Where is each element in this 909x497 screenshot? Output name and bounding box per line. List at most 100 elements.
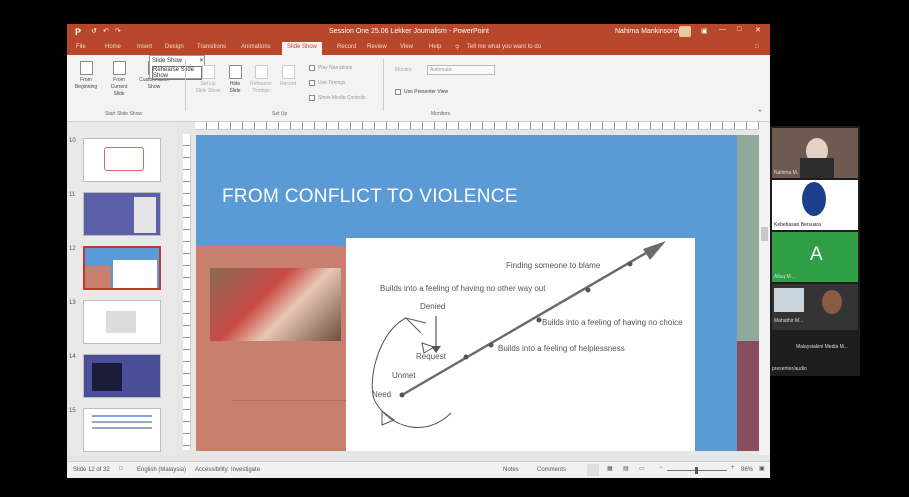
dropdown-close-icon[interactable]: ✕ — [199, 57, 204, 64]
participant-name: Kebebasan Bersuara — [774, 222, 821, 228]
use-timings-label: Use Timings — [318, 80, 346, 86]
record-label: Record — [279, 81, 297, 87]
reading-view-icon[interactable]: ▤ — [623, 465, 629, 472]
presenter-view-checkbox[interactable] — [395, 89, 401, 95]
hide-slide-button[interactable]: Hide Slide — [225, 65, 245, 95]
conflict-diagram[interactable]: Finding someone to blame Builds into a f… — [346, 238, 695, 451]
slideshow-view-icon[interactable]: ▭ — [639, 465, 645, 472]
tab-home[interactable]: Home — [105, 44, 121, 50]
participant-name: Nahima M. — [774, 170, 799, 176]
participant-video[interactable]: Nahima M. — [772, 128, 858, 178]
participant-video[interactable]: Malaysiakini Media M... — [772, 332, 858, 354]
tab-help[interactable]: Help — [429, 44, 441, 50]
divider — [185, 59, 186, 111]
slide-thumbnail[interactable] — [83, 300, 161, 344]
from-beginning-label: From Beginning — [74, 77, 98, 90]
thumb-number: 10 — [69, 138, 76, 144]
autosave-icon[interactable]: ↺ — [91, 27, 97, 35]
comments-icon[interactable]: □ — [755, 44, 759, 50]
group-start-label: Start Slide Show — [105, 111, 142, 117]
lightbulb-icon: ⚲ — [455, 45, 460, 51]
diagram-point — [463, 354, 469, 360]
label-no-choice: Builds into a feeling of having no choic… — [542, 318, 683, 327]
label-blame: Finding someone to blame — [506, 261, 601, 270]
zoom-in-icon[interactable]: + — [731, 465, 735, 471]
spellcheck-icon[interactable]: □ — [119, 466, 123, 472]
ribbon-display-icon[interactable]: ▣ — [701, 27, 708, 35]
app-logo-icon: P — [75, 27, 82, 37]
participant-video[interactable]: Kebebasan Bersuara — [772, 180, 858, 230]
slide-accent-band — [737, 135, 759, 341]
record-button[interactable]: Record — [277, 65, 299, 88]
slide-thumbnail[interactable] — [83, 138, 161, 182]
thumb-number: 11 — [69, 192, 76, 198]
tab-slide-show[interactable]: Slide Show — [282, 42, 323, 55]
comments-button[interactable]: Comments — [537, 467, 566, 473]
slide-thumbnail[interactable] — [83, 408, 161, 452]
collapse-ribbon-icon[interactable]: ⌃ — [757, 109, 763, 117]
slide-thumbnail-pane: 10 11 12 13 14 15 — [67, 122, 177, 455]
ribbon: From Beginning From Current Slide Custom… — [67, 55, 770, 122]
participant-video[interactable]: Mahathir M... — [772, 284, 858, 330]
notes-button[interactable]: Notes — [503, 467, 519, 473]
slide-photo[interactable] — [210, 268, 341, 341]
minimize-icon[interactable]: — — [719, 26, 726, 33]
accessibility-status[interactable]: Accessibility: Investigate — [195, 467, 260, 473]
tab-transitions[interactable]: Transitions — [197, 44, 226, 50]
slide-thumbnail-selected[interactable] — [83, 246, 161, 290]
group-setup-label: Set Up — [272, 111, 288, 117]
zoom-level[interactable]: 86% — [741, 467, 753, 473]
fit-slide-icon[interactable]: ▣ — [759, 465, 765, 472]
participant-name: Mahathir M... — [774, 318, 804, 324]
participant-name: Alluq M... — [774, 274, 795, 280]
status-bar: Slide 12 of 32 □ English (Malaysia) Acce… — [67, 461, 770, 478]
tab-view[interactable]: View — [400, 44, 413, 50]
label-request: Request — [416, 352, 446, 361]
tab-review[interactable]: Review — [367, 44, 387, 50]
label-need: Need — [372, 390, 392, 399]
language-status[interactable]: English (Malaysia) — [137, 467, 186, 473]
from-current-button[interactable]: From Current Slide — [105, 61, 133, 98]
slide-thumbnail[interactable] — [83, 192, 161, 236]
vertical-scrollbar[interactable] — [759, 122, 770, 455]
zoom-out-icon[interactable]: − — [659, 465, 663, 471]
rehearse-label: Rehearse Timings — [250, 81, 272, 94]
user-avatar[interactable] — [679, 26, 691, 37]
undo-icon[interactable]: ↶ — [103, 27, 109, 35]
from-current-label: From Current Slide — [110, 77, 128, 97]
use-timings-checkbox[interactable] — [309, 80, 315, 86]
tab-design[interactable]: Design — [165, 44, 184, 50]
dropdown-slide-show[interactable]: Slide Show — [152, 58, 202, 64]
thumb-number: 13 — [69, 300, 76, 306]
from-beginning-button[interactable]: From Beginning — [73, 61, 99, 91]
maximize-icon[interactable]: □ — [737, 26, 741, 33]
tab-record[interactable]: Record — [337, 44, 356, 50]
tab-animations[interactable]: Animations — [241, 44, 271, 50]
diagram-point — [627, 261, 633, 267]
title-bar: P ↺ ↶ ↷ Session One 25.06 Lekker Joumali… — [67, 24, 770, 41]
slide-thumbnail[interactable] — [83, 354, 161, 398]
redo-icon[interactable]: ↷ — [115, 27, 121, 35]
video-gallery: Nahima M. Kebebasan Bersuara A Alluq M..… — [770, 126, 860, 376]
normal-view-icon[interactable] — [587, 464, 599, 476]
media-controls-checkbox[interactable] — [309, 95, 315, 101]
play-narrations-checkbox[interactable] — [309, 65, 315, 71]
slide-title[interactable]: FROM CONFLICT TO VIOLENCE — [222, 186, 518, 208]
setup-slideshow-button[interactable]: Set Up Slide Show — [195, 65, 221, 95]
tab-file[interactable]: File — [76, 44, 86, 50]
tell-me-search[interactable]: Tell me what you want to do — [467, 44, 541, 50]
rehearse-timings-button[interactable]: Rehearse Timings — [249, 65, 273, 95]
tab-insert[interactable]: Insert — [137, 44, 152, 50]
slide-canvas[interactable]: FROM CONFLICT TO VIOLENCE Finding someon… — [196, 135, 759, 451]
scroll-thumb[interactable] — [761, 227, 768, 241]
label-helplessness: Builds into a feeling of helplessness — [498, 344, 625, 353]
gallery-footer: presenter/audio — [772, 366, 807, 372]
close-icon[interactable]: ✕ — [755, 26, 761, 34]
diagram-point — [488, 342, 494, 348]
user-name[interactable]: Nahima Mankinsorova — [615, 28, 685, 35]
powerpoint-window: P ↺ ↶ ↷ Session One 25.06 Lekker Joumali… — [67, 24, 770, 478]
zoom-slider-handle[interactable] — [695, 467, 698, 474]
sorter-view-icon[interactable]: ▦ — [607, 465, 613, 472]
participant-avatar[interactable]: A Alluq M... — [772, 232, 858, 282]
monitor-select[interactable]: Automatic — [427, 65, 495, 75]
